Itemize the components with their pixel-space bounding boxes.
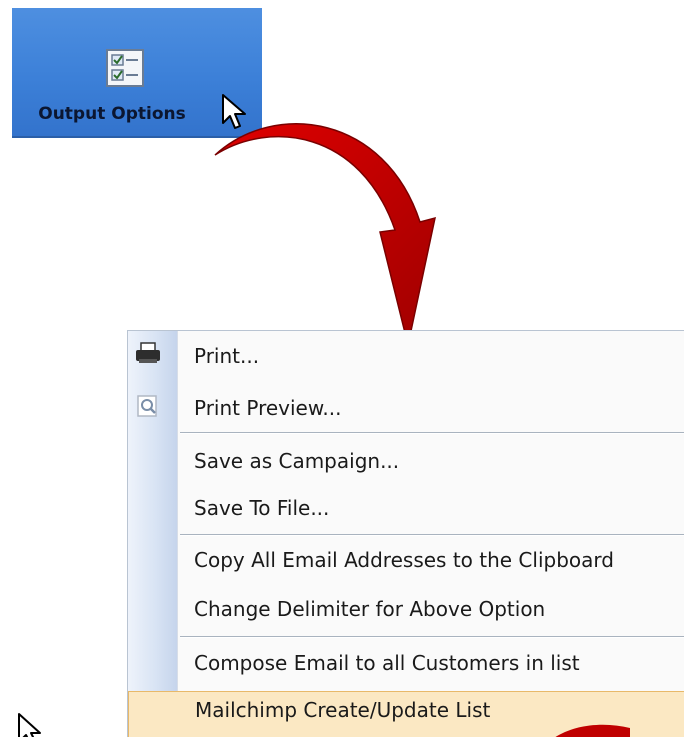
- magnifier-preview-icon: [137, 395, 157, 417]
- menu-item-label: Compose Email to all Customers in list: [194, 651, 580, 675]
- mouse-pointer-icon: [18, 713, 41, 737]
- menu-item-label: Change Delimiter for Above Option: [194, 597, 546, 621]
- menu-item-label: Copy All Email Addresses to the Clipboar…: [194, 548, 614, 572]
- output-options-label: Output Options: [38, 104, 186, 124]
- menu-item-label: Mailchimp Create/Update List: [195, 698, 491, 722]
- menu-item-print-preview[interactable]: Print Preview...: [128, 387, 684, 427]
- menu-item-compose-email[interactable]: Compose Email to all Customers in list: [128, 642, 684, 682]
- menu-separator: [180, 636, 684, 638]
- menu-separator: [180, 432, 684, 434]
- menu-item-save-to-file[interactable]: Save To File...: [128, 487, 684, 527]
- output-options-menu: Print... Print Preview... Save as Campai…: [127, 330, 684, 737]
- screenshot-stage: Output Options Print... Print Preview...…: [0, 0, 684, 737]
- red-arrow-tail-icon: [555, 724, 630, 737]
- menu-item-print[interactable]: Print...: [128, 335, 684, 375]
- menu-separator: [180, 534, 684, 536]
- menu-item-label: Save as Campaign...: [194, 449, 400, 473]
- menu-item-save-as-campaign[interactable]: Save as Campaign...: [128, 440, 684, 480]
- menu-item-label: Save To File...: [194, 496, 330, 520]
- menu-item-label: Print Preview...: [194, 396, 342, 420]
- menu-item-label: Print...: [194, 344, 260, 368]
- printer-icon: [136, 342, 160, 363]
- menu-item-copy-all-email-addresses[interactable]: Copy All Email Addresses to the Clipboar…: [128, 539, 684, 579]
- checklist-icon: [106, 49, 144, 87]
- menu-item-change-delimiter[interactable]: Change Delimiter for Above Option: [128, 588, 684, 628]
